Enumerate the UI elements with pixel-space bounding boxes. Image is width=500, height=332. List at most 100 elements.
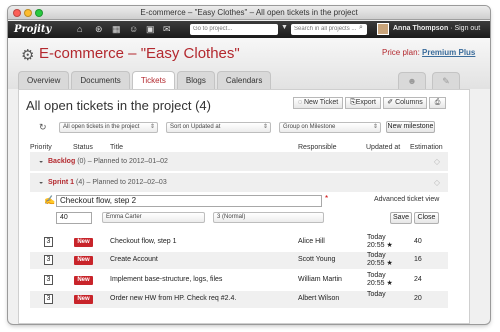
priority-box[interactable]: 3: [44, 294, 53, 304]
wrench-icon: ✎: [442, 76, 450, 86]
plus-icon: ◌: [297, 99, 302, 106]
ticket-estimation: 16: [414, 256, 422, 263]
save-button[interactable]: Save: [390, 212, 412, 224]
group-count: (4): [76, 179, 85, 186]
goto-project-input[interactable]: [190, 24, 278, 35]
new-ticket-label: New Ticket: [303, 99, 339, 106]
app-logo[interactable]: Projity: [14, 24, 51, 35]
collapse-icon[interactable]: ◒: [39, 152, 43, 171]
updated-day: Today: [367, 234, 386, 241]
close-window-button[interactable]: [13, 9, 21, 17]
tab-blogs[interactable]: Blogs: [176, 71, 215, 89]
export-button[interactable]: ⎘Export: [345, 97, 381, 109]
group-select-value: Group on Milestone: [283, 124, 336, 130]
project-title: E-commerce – "Easy Clothes": [39, 45, 240, 62]
group-sprint-1[interactable]: ◒ Sprint 1 (4) – Planned to 2012–02–03 ◇: [30, 173, 448, 192]
priority-select-value: 3 (Normal): [217, 214, 246, 220]
advanced-ticket-view-link[interactable]: Advanced ticket view: [374, 196, 439, 203]
settings-button[interactable]: ✎: [432, 72, 460, 89]
ticket-responsible: Alice Hill: [298, 238, 325, 245]
ticket-responsible: Scott Young: [298, 256, 336, 263]
table-row[interactable]: 3 New Create Account Scott Young Today 20…: [30, 252, 448, 269]
status-badge: New: [74, 238, 93, 247]
tab-calendars[interactable]: Calendars: [216, 71, 272, 89]
group-backlog[interactable]: ◒ Backlog (0) – Planned to 2012–01–02 ◇: [30, 152, 448, 171]
grid-icon[interactable]: ▦: [112, 24, 121, 35]
ticket-estimation: 24: [414, 276, 422, 283]
ticket-title[interactable]: Implement base-structure, logs, files: [110, 276, 222, 283]
sign-out-link[interactable]: · Sign out: [450, 25, 480, 32]
table-row[interactable]: 3 New Checkout flow, step 1 Alice Hill T…: [30, 234, 448, 251]
print-button[interactable]: ⎙: [429, 97, 446, 109]
ticket-updated: Today 20:55 ★: [367, 234, 393, 250]
table-row[interactable]: 3 New Implement base-structure, logs, fi…: [30, 272, 448, 289]
priority-box[interactable]: 3: [44, 237, 53, 247]
search-icon[interactable]: ⌕: [359, 24, 363, 32]
zoom-window-button[interactable]: [35, 9, 43, 17]
columns-button[interactable]: ✐ Columns: [383, 97, 427, 109]
col-status[interactable]: Status: [73, 144, 93, 151]
ticket-title[interactable]: Create Account: [110, 256, 158, 263]
scope-select[interactable]: All open tickets in the project ⇕: [59, 122, 158, 133]
goto-dropdown-caret[interactable]: ▼: [281, 24, 288, 31]
ticket-title[interactable]: Order new HW from HP. Check req #2.4.: [110, 295, 236, 302]
new-ticket-button[interactable]: ◌ New Ticket: [293, 97, 343, 109]
status-badge: New: [74, 256, 93, 265]
broadcast-icon[interactable]: ⊛: [95, 24, 103, 35]
ticket-title-input[interactable]: Checkout flow, step 2: [56, 195, 322, 207]
edit-icon[interactable]: ◇: [434, 173, 440, 192]
updated-day: Today: [367, 252, 386, 259]
page-title: All open tickets in the project (4): [26, 98, 211, 113]
tab-tickets[interactable]: Tickets: [131, 71, 175, 89]
updated-day: Today: [367, 272, 386, 279]
priority-box[interactable]: 3: [44, 255, 53, 265]
select-arrows-icon: ⇕: [262, 124, 268, 130]
select-arrows-icon: ⇕: [372, 124, 378, 130]
sort-select[interactable]: Sort on Updated at ⇕: [166, 122, 271, 133]
price-plan-label: Price plan:: [382, 48, 420, 57]
estimation-input[interactable]: 40: [56, 212, 92, 224]
status-badge: New: [74, 295, 93, 304]
price-plan: Price plan: Premium Plus: [382, 48, 475, 57]
mail-icon[interactable]: ✉: [163, 24, 171, 35]
project-tabs: Overview Documents Tickets Blogs Calenda…: [18, 71, 273, 89]
minimize-window-button[interactable]: [24, 9, 32, 17]
assignee-select[interactable]: Emma Carter: [102, 212, 205, 223]
user-menu[interactable]: Anna Thompson · Sign out: [393, 25, 480, 32]
ticket-updated: Today: [367, 291, 386, 299]
group-count: (0): [77, 158, 86, 165]
group-select[interactable]: Group on Milestone ⇕: [279, 122, 381, 133]
col-estimation[interactable]: Estimation: [410, 144, 443, 151]
ticket-estimation: 20: [414, 295, 422, 302]
window-titlebar: E-commerce – "Easy Clothes" – All open t…: [8, 6, 490, 20]
collapse-icon[interactable]: ◒: [39, 173, 43, 192]
tab-overview[interactable]: Overview: [18, 71, 70, 89]
tab-documents[interactable]: Documents: [71, 71, 130, 89]
priority-select[interactable]: 3 (Normal): [213, 212, 324, 223]
sort-select-value: Sort on Updated at: [170, 124, 221, 130]
printer-icon: ⎙: [434, 99, 441, 106]
col-updated-at[interactable]: Updated at: [366, 144, 400, 151]
group-name: Backlog: [48, 158, 76, 165]
group-name: Sprint 1: [48, 179, 75, 186]
price-plan-link[interactable]: Premium Plus: [422, 48, 475, 57]
members-button[interactable]: ☻: [398, 72, 426, 89]
priority-box[interactable]: 3: [44, 275, 53, 285]
edit-icon[interactable]: ◇: [434, 152, 440, 171]
ticket-title[interactable]: Checkout flow, step 1: [110, 238, 177, 245]
home-icon[interactable]: ⌂: [77, 24, 82, 34]
user-name: Anna Thompson: [393, 25, 449, 32]
group-planned: – Planned to 2012–02–03: [86, 179, 167, 186]
col-priority[interactable]: Priority: [30, 144, 52, 151]
search-input[interactable]: [291, 24, 367, 35]
col-responsible[interactable]: Responsible: [298, 144, 337, 151]
new-milestone-button[interactable]: New milestone: [386, 121, 435, 133]
table-row[interactable]: 3 New Order new HW from HP. Check req #2…: [30, 291, 448, 308]
user-avatar[interactable]: [377, 23, 389, 35]
people-icon[interactable]: ☺: [129, 24, 138, 34]
refresh-icon[interactable]: ↻: [39, 122, 47, 133]
close-button[interactable]: Close: [414, 212, 439, 224]
col-title[interactable]: Title: [110, 144, 123, 151]
ticket-responsible: William Martin: [298, 276, 342, 283]
calendar-icon[interactable]: ▣: [146, 24, 155, 35]
